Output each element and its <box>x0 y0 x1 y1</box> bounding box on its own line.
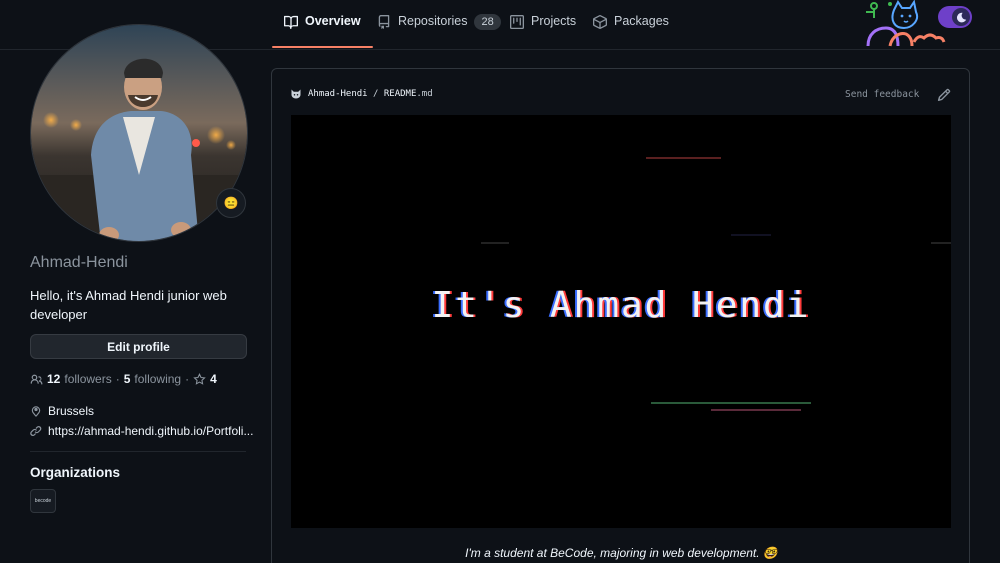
repo-icon <box>378 15 390 29</box>
package-icon <box>593 15 607 29</box>
tab-packages-label: Packages <box>614 14 669 28</box>
organizations-heading: Organizations <box>30 465 121 480</box>
website-link[interactable]: https://ahmad-hendi.github.io/Portfoli..… <box>48 424 253 438</box>
book-icon <box>284 15 298 29</box>
banner-title: It's Ahmad Hendi <box>431 285 811 326</box>
tab-overview[interactable]: Overview <box>272 14 373 48</box>
readme-filename[interactable]: README <box>384 89 417 99</box>
theme-toggle[interactable] <box>938 6 972 28</box>
readme-extension: .md <box>416 89 433 99</box>
readme-caption: I'm a student at BeCode, majoring in web… <box>465 546 778 560</box>
tab-projects-label: Projects <box>531 14 577 28</box>
glitch-line <box>731 234 771 236</box>
follow-stats: 12 followers · 5 following · 4 <box>30 372 217 386</box>
moon-icon <box>952 8 970 26</box>
glitch-line <box>711 409 801 411</box>
star-icon <box>193 372 206 385</box>
octocat-icon <box>291 89 301 99</box>
readme-path-slash: / <box>373 89 379 99</box>
readme-card: Ahmad-Hendi / README.md Send feedback It… <box>271 68 970 563</box>
people-icon <box>30 374 43 385</box>
tab-repositories-label: Repositories <box>398 14 468 28</box>
following-link[interactable]: following <box>134 372 181 386</box>
profile-username: Ahmad-Hendi <box>30 254 128 271</box>
website-item[interactable]: https://ahmad-hendi.github.io/Portfoli..… <box>30 424 253 438</box>
tab-repositories[interactable]: Repositories 28 <box>377 14 501 48</box>
followers-link[interactable]: followers <box>64 372 111 386</box>
readme-owner[interactable]: Ahmad-Hendi <box>308 89 368 99</box>
follow-separator: · <box>115 372 120 386</box>
project-icon <box>510 15 524 29</box>
location-text: Brussels <box>48 404 95 418</box>
sidebar-divider <box>30 451 246 452</box>
avatar[interactable] <box>30 24 248 242</box>
glitch-line <box>646 157 721 159</box>
send-feedback-link[interactable]: Send feedback <box>845 89 919 100</box>
following-count[interactable]: 5 <box>124 372 131 386</box>
tab-projects[interactable]: Projects <box>510 14 576 48</box>
glitch-line <box>931 242 951 244</box>
profile-bio: Hello, it's Ahmad Hendi junior web devel… <box>30 288 227 322</box>
glitch-line <box>481 242 509 244</box>
location-item: Brussels <box>30 404 94 418</box>
readme-header: Ahmad-Hendi / README.md <box>290 88 433 100</box>
followers-count[interactable]: 12 <box>47 372 60 386</box>
readme-path[interactable]: Ahmad-Hendi / README.md <box>308 89 433 99</box>
glitch-line <box>651 402 811 404</box>
tab-packages[interactable]: Packages <box>593 14 669 48</box>
follow-separator-2: · <box>185 372 190 386</box>
tab-overview-label: Overview <box>305 14 361 28</box>
edit-profile-button[interactable]: Edit profile <box>30 334 247 359</box>
location-icon <box>31 406 41 417</box>
pencil-icon[interactable] <box>937 88 951 102</box>
org-becode-avatar[interactable]: becode <box>30 489 56 513</box>
link-icon <box>30 426 42 437</box>
readme-banner: It's Ahmad Hendi <box>291 115 951 528</box>
octocat-illustration-icon <box>866 0 946 47</box>
stars-count[interactable]: 4 <box>210 372 217 386</box>
repositories-count-badge: 28 <box>474 14 501 30</box>
status-emoji-button[interactable]: 😑 <box>216 188 246 218</box>
